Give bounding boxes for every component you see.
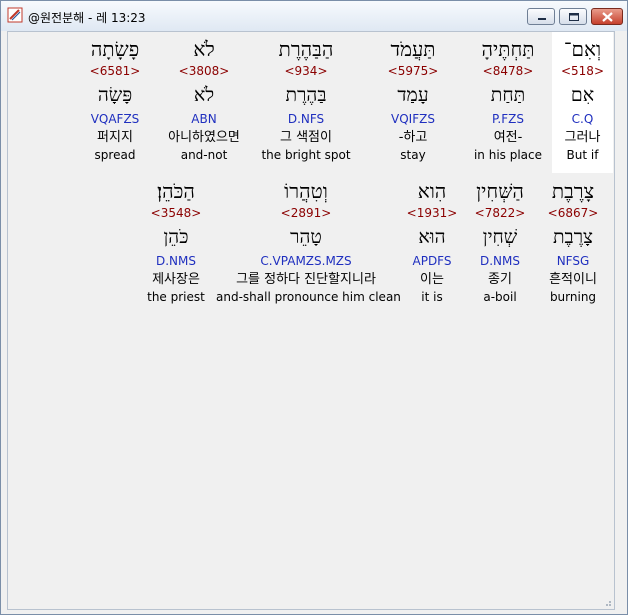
- strongs-number[interactable]: <6867>: [540, 206, 606, 220]
- word-cell[interactable]: הַכֹּהֵן׃ <3548> כֹּהֵן D.NMS 제사장은 the p…: [142, 174, 210, 315]
- english-gloss: burning: [549, 290, 597, 304]
- word-cell[interactable]: לֹא <3808> לֹא ABN 아니하였으면 and-not: [154, 32, 254, 173]
- english-gloss: the bright spot: [261, 148, 351, 162]
- korean-gloss: 그러나: [564, 130, 601, 145]
- resize-grip-icon[interactable]: [602, 597, 612, 607]
- hebrew-word: הַשְּׁחִין: [476, 179, 524, 203]
- morph-code: D.NMS: [155, 254, 196, 268]
- word-cell[interactable]: הִוא <1931> הוּא APDFS 이는 it is: [404, 174, 460, 315]
- hebrew-lemma: עָמַד: [397, 84, 429, 106]
- morph-code: APDFS: [412, 254, 452, 268]
- maximize-button[interactable]: [559, 8, 587, 25]
- interlinear-panel: וְאִם־ <518> אִם C.Q 그러나 But if תַּחְתֶּ…: [7, 31, 615, 610]
- hebrew-lemma: בַּהֶרֶת: [285, 84, 327, 106]
- morph-code: C.VPAMZS.MZS: [260, 254, 352, 268]
- hebrew-word: צָרֶבֶת: [551, 179, 595, 203]
- morph-code: P.FZS: [492, 112, 524, 126]
- hebrew-word: תַּעֲמֹד: [390, 37, 436, 61]
- english-gloss: in his place: [473, 148, 543, 162]
- morph-code: D.NMS: [479, 254, 520, 268]
- english-gloss: stay: [400, 148, 426, 162]
- hebrew-word: פָשָׂתָה: [90, 37, 140, 61]
- korean-gloss: 그 색점이: [280, 130, 332, 145]
- hebrew-word: וְטִהֲרוֹ: [284, 179, 328, 203]
- english-gloss: the priest: [147, 290, 205, 304]
- korean-gloss: 여전-: [493, 130, 523, 145]
- strongs-number[interactable]: <5975>: [368, 64, 458, 78]
- korean-gloss: 그를 정하다 진단할지니라: [236, 272, 376, 287]
- hebrew-word: וְאִם־: [563, 37, 602, 61]
- hebrew-lemma: שְׁחִין: [482, 226, 518, 248]
- english-gloss: and-shall pronounce him clean: [216, 290, 401, 304]
- close-icon: [602, 12, 613, 22]
- hebrew-lemma: אִם: [570, 84, 595, 106]
- morph-code: VQIFZS: [391, 112, 435, 126]
- app-icon: [7, 7, 23, 23]
- title-bar[interactable]: @원전분해 - 레 13:23: [1, 1, 627, 31]
- morph-code: NFSG: [556, 254, 590, 268]
- hebrew-word: תַּחְתֶּיהָ: [481, 37, 535, 61]
- minimize-button[interactable]: [527, 8, 555, 25]
- strongs-number[interactable]: <6581>: [80, 64, 150, 78]
- morph-code: ABN: [191, 112, 217, 126]
- hebrew-lemma: טָהֵר: [290, 226, 322, 248]
- english-gloss: spread: [94, 148, 136, 162]
- morph-code: C.Q: [571, 112, 594, 126]
- hebrew-lemma: לֹא: [193, 84, 215, 106]
- korean-gloss: 제사장은: [152, 272, 200, 287]
- strongs-number[interactable]: <3548>: [142, 206, 210, 220]
- hebrew-lemma: כֹּהֵן: [163, 226, 189, 248]
- hebrew-word: הַכֹּהֵן׃: [157, 179, 195, 203]
- hebrew-word: הִוא: [417, 179, 447, 203]
- word-cell[interactable]: הַבַּהֶרֶת <934> בַּהֶרֶת D.NFS 그 색점이 th…: [256, 32, 356, 173]
- english-gloss: But if: [566, 148, 599, 162]
- app-window: @원전분해 - 레 13:23 וְאִם־ <518> אִם C.Q 그러나…: [0, 0, 628, 615]
- korean-gloss: 종기: [488, 272, 512, 287]
- word-cell[interactable]: וְאִם־ <518> אִם C.Q 그러나 But if: [552, 32, 613, 173]
- window-title: @원전분해 - 레 13:23: [28, 11, 146, 25]
- strongs-number[interactable]: <2891>: [216, 206, 396, 220]
- strongs-number[interactable]: <7822>: [468, 206, 532, 220]
- word-cell[interactable]: צָרֶבֶת <6867> צָרֶבֶת NFSG 흔적이니 burning: [540, 174, 606, 315]
- korean-gloss: -하고: [398, 130, 428, 145]
- english-gloss: a-boil: [483, 290, 517, 304]
- close-button[interactable]: [591, 8, 623, 25]
- strongs-number[interactable]: <934>: [256, 64, 356, 78]
- hebrew-lemma: הוּא: [418, 226, 446, 248]
- hebrew-word: לֹא: [193, 37, 215, 61]
- strongs-number[interactable]: <518>: [552, 64, 613, 78]
- word-cell[interactable]: תַּעֲמֹד <5975> עָמַד VQIFZS -하고 stay: [368, 32, 458, 173]
- word-cell[interactable]: הַשְּׁחִין <7822> שְׁחִין D.NMS 종기 a-boi…: [468, 174, 532, 315]
- morph-code: VQAFZS: [90, 112, 140, 126]
- maximize-icon: [569, 13, 579, 21]
- word-cell[interactable]: פָשָׂתָה <6581> פָּשָׂה VQAFZS 퍼지지 sprea…: [80, 32, 150, 173]
- strongs-number[interactable]: <8478>: [468, 64, 548, 78]
- hebrew-lemma: תַּחַת: [490, 84, 526, 106]
- korean-gloss: 퍼지지: [97, 130, 133, 145]
- hebrew-lemma: פָּשָׂה: [97, 84, 133, 106]
- word-cell[interactable]: תַּחְתֶּיהָ <8478> תַּחַת P.FZS 여전- in h…: [468, 32, 548, 173]
- korean-gloss: 흔적이니: [549, 272, 597, 287]
- hebrew-lemma: צָרֶבֶת: [552, 226, 594, 248]
- korean-gloss: 이는: [420, 272, 444, 287]
- strongs-number[interactable]: <1931>: [404, 206, 460, 220]
- hebrew-word: הַבַּהֶרֶת: [278, 37, 334, 61]
- korean-gloss: 아니하였으면: [168, 130, 240, 145]
- english-gloss: it is: [421, 290, 443, 304]
- word-cell[interactable]: וְטִהֲרוֹ <2891> טָהֵר C.VPAMZS.MZS 그를 정…: [216, 174, 401, 315]
- english-gloss: and-not: [180, 148, 228, 162]
- strongs-number[interactable]: <3808>: [154, 64, 254, 78]
- morph-code: D.NFS: [287, 112, 325, 126]
- minimize-icon: [538, 18, 546, 20]
